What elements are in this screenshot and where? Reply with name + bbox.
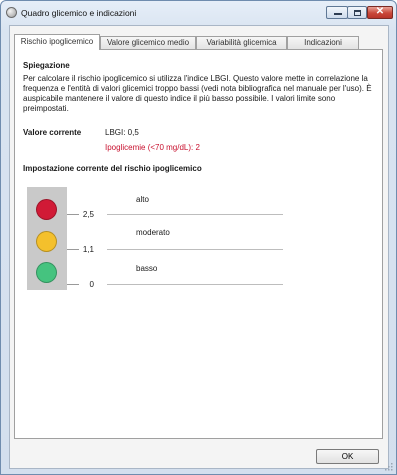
- hypoglycemia-count: Ipoglicemie (<70 mg/dL): 2: [105, 143, 200, 152]
- tab-rischio-ipoglicemico[interactable]: Rischio ipoglicemico: [14, 34, 100, 50]
- ok-button[interactable]: OK: [316, 449, 379, 464]
- close-icon: ✕: [375, 6, 385, 17]
- threshold-tick: [67, 249, 79, 250]
- tab-label: Valore glicemico medio: [106, 38, 190, 47]
- threshold-tick: [67, 284, 79, 285]
- minimize-button[interactable]: [326, 6, 348, 19]
- lbgi-value: LBGI: 0,5: [105, 128, 139, 137]
- tab-label: Rischio ipoglicemico: [20, 37, 94, 46]
- resize-grip-icon[interactable]: [385, 463, 393, 471]
- tab-label: Variabilità glicemica: [206, 38, 277, 47]
- threshold-high-value: 2,5: [82, 210, 94, 219]
- traffic-light: [27, 187, 67, 290]
- title-bar[interactable]: Quadro glicemico e indicazioni ✕: [1, 1, 396, 25]
- threshold-moderate-value: 1,1: [82, 245, 94, 254]
- maximize-button[interactable]: [347, 6, 367, 19]
- threshold-line-moderate: [107, 249, 283, 250]
- tab-indicazioni[interactable]: Indicazioni: [287, 36, 359, 49]
- current-value-label: Valore corrente: [23, 128, 82, 137]
- app-icon: [6, 7, 17, 18]
- red-light-icon: [36, 199, 57, 220]
- minimize-icon: [334, 13, 342, 15]
- tab-variabilita-glicemica[interactable]: Variabilità glicemica: [196, 36, 287, 49]
- threshold-tick: [67, 214, 79, 215]
- tab-valore-glicemico-medio[interactable]: Valore glicemico medio: [100, 36, 196, 49]
- green-light-icon: [36, 262, 57, 283]
- explanation-text: Per calcolare il rischio ipoglicemico si…: [23, 74, 372, 113]
- level-low-label: basso: [136, 264, 158, 273]
- threshold-line-high: [107, 214, 283, 215]
- close-button[interactable]: ✕: [367, 6, 393, 19]
- level-moderate-label: moderato: [136, 228, 170, 237]
- tab-label: Indicazioni: [304, 38, 342, 47]
- risk-setting-heading: Impostazione corrente del rischio ipogli…: [23, 164, 202, 173]
- level-high-label: alto: [136, 195, 149, 204]
- threshold-low-value: 0: [89, 280, 94, 289]
- tab-panel-rischio-ipoglicemico: Spiegazione Per calcolare il rischio ipo…: [14, 49, 383, 439]
- window-title: Quadro glicemico e indicazioni: [21, 8, 137, 18]
- yellow-light-icon: [36, 231, 57, 252]
- explanation-heading: Spiegazione: [23, 61, 70, 70]
- threshold-line-low: [107, 284, 283, 285]
- maximize-icon: [354, 10, 361, 16]
